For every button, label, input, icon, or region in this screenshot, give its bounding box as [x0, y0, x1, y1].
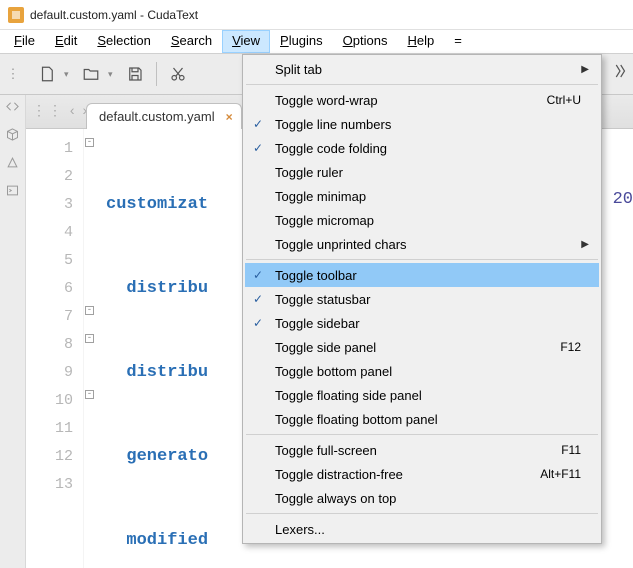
- menu-separator: [246, 434, 598, 435]
- menu-extra[interactable]: =: [444, 30, 472, 53]
- submenu-arrow-icon: ▶: [581, 239, 589, 250]
- menu-lexers[interactable]: Lexers...: [245, 517, 599, 541]
- menu-selection[interactable]: Selection: [87, 30, 160, 53]
- app-icon: [8, 7, 24, 23]
- title-bar: default.custom.yaml - CudaText: [0, 0, 633, 30]
- tab-grip[interactable]: ⋮⋮ ‹ ›: [32, 102, 89, 119]
- menu-search[interactable]: Search: [161, 30, 222, 53]
- fold-marker[interactable]: -: [85, 138, 94, 147]
- menu-split-tab[interactable]: Split tab▶: [245, 57, 599, 81]
- menu-file[interactable]: File: [4, 30, 45, 53]
- tab-label: default.custom.yaml: [99, 109, 215, 124]
- menubar: File Edit Selection Search View Plugins …: [0, 30, 633, 54]
- open-file-dropdown[interactable]: ▾: [108, 69, 118, 80]
- menu-toggle-word-wrap[interactable]: Toggle word-wrapCtrl+U: [245, 88, 599, 112]
- open-file-button[interactable]: [76, 59, 106, 89]
- menu-edit[interactable]: Edit: [45, 30, 87, 53]
- project-icon[interactable]: [5, 127, 20, 145]
- save-button[interactable]: [120, 59, 150, 89]
- menu-separator: [246, 259, 598, 260]
- menu-toggle-distraction-free[interactable]: Toggle distraction-freeAlt+F11: [245, 462, 599, 486]
- check-icon: ✓: [253, 268, 263, 282]
- console-icon[interactable]: [5, 183, 20, 201]
- menu-toggle-ruler[interactable]: Toggle ruler: [245, 160, 599, 184]
- menu-toggle-code-folding[interactable]: ✓Toggle code folding: [245, 136, 599, 160]
- fold-marker[interactable]: -: [85, 390, 94, 399]
- cut-button[interactable]: [163, 59, 193, 89]
- menu-toggle-side-panel[interactable]: Toggle side panelF12: [245, 335, 599, 359]
- menu-help[interactable]: Help: [397, 30, 444, 53]
- menu-toggle-bottom-panel[interactable]: Toggle bottom panel: [245, 359, 599, 383]
- menu-toggle-floating-bottom[interactable]: Toggle floating bottom panel: [245, 407, 599, 431]
- check-icon: ✓: [253, 117, 263, 131]
- check-icon: ✓: [253, 292, 263, 306]
- menu-toggle-always-on-top[interactable]: Toggle always on top: [245, 486, 599, 510]
- peek-text: 20: [613, 190, 633, 209]
- menu-plugins[interactable]: Plugins: [270, 30, 333, 53]
- menu-options[interactable]: Options: [333, 30, 398, 53]
- fold-marker[interactable]: -: [85, 334, 94, 343]
- fold-column[interactable]: - - - -: [85, 129, 97, 568]
- sidebar: [0, 95, 26, 568]
- menu-toggle-unprinted[interactable]: Toggle unprinted chars▶: [245, 232, 599, 256]
- file-tab[interactable]: default.custom.yaml ×: [86, 103, 242, 129]
- view-menu-dropdown: Split tab▶ Toggle word-wrapCtrl+U ✓Toggl…: [242, 54, 602, 544]
- code-lines[interactable]: customizat distribu distribu generato mo…: [84, 129, 208, 568]
- toolbar-overflow-icon[interactable]: [611, 62, 629, 83]
- code-icon[interactable]: [5, 99, 20, 117]
- close-tab-icon[interactable]: ×: [226, 110, 233, 124]
- menu-toggle-floating-side[interactable]: Toggle floating side panel: [245, 383, 599, 407]
- menu-toggle-fullscreen[interactable]: Toggle full-screenF11: [245, 438, 599, 462]
- new-file-dropdown[interactable]: ▾: [64, 69, 74, 80]
- menu-separator: [246, 513, 598, 514]
- menu-toggle-line-numbers[interactable]: ✓Toggle line numbers: [245, 112, 599, 136]
- menu-toggle-micromap[interactable]: Toggle micromap: [245, 208, 599, 232]
- window-title: default.custom.yaml - CudaText: [30, 8, 198, 22]
- check-icon: ✓: [253, 141, 263, 155]
- fold-marker[interactable]: -: [85, 306, 94, 315]
- submenu-arrow-icon: ▶: [581, 64, 589, 75]
- delta-icon[interactable]: [5, 155, 20, 173]
- menu-toggle-minimap[interactable]: Toggle minimap: [245, 184, 599, 208]
- new-file-button[interactable]: [32, 59, 62, 89]
- sidebar-drag-handle[interactable]: ⋮: [0, 54, 26, 94]
- menu-toggle-sidebar[interactable]: ✓Toggle sidebar: [245, 311, 599, 335]
- menu-toggle-toolbar[interactable]: ✓Toggle toolbar: [245, 263, 599, 287]
- menu-toggle-statusbar[interactable]: ✓Toggle statusbar: [245, 287, 599, 311]
- menu-view[interactable]: View: [222, 30, 270, 53]
- check-icon: ✓: [253, 316, 263, 330]
- gutter: 1 2 3 4 5 6 7 8 9 10 11 12 13 - - - -: [26, 129, 84, 568]
- menu-separator: [246, 84, 598, 85]
- toolbar-separator: [156, 62, 157, 86]
